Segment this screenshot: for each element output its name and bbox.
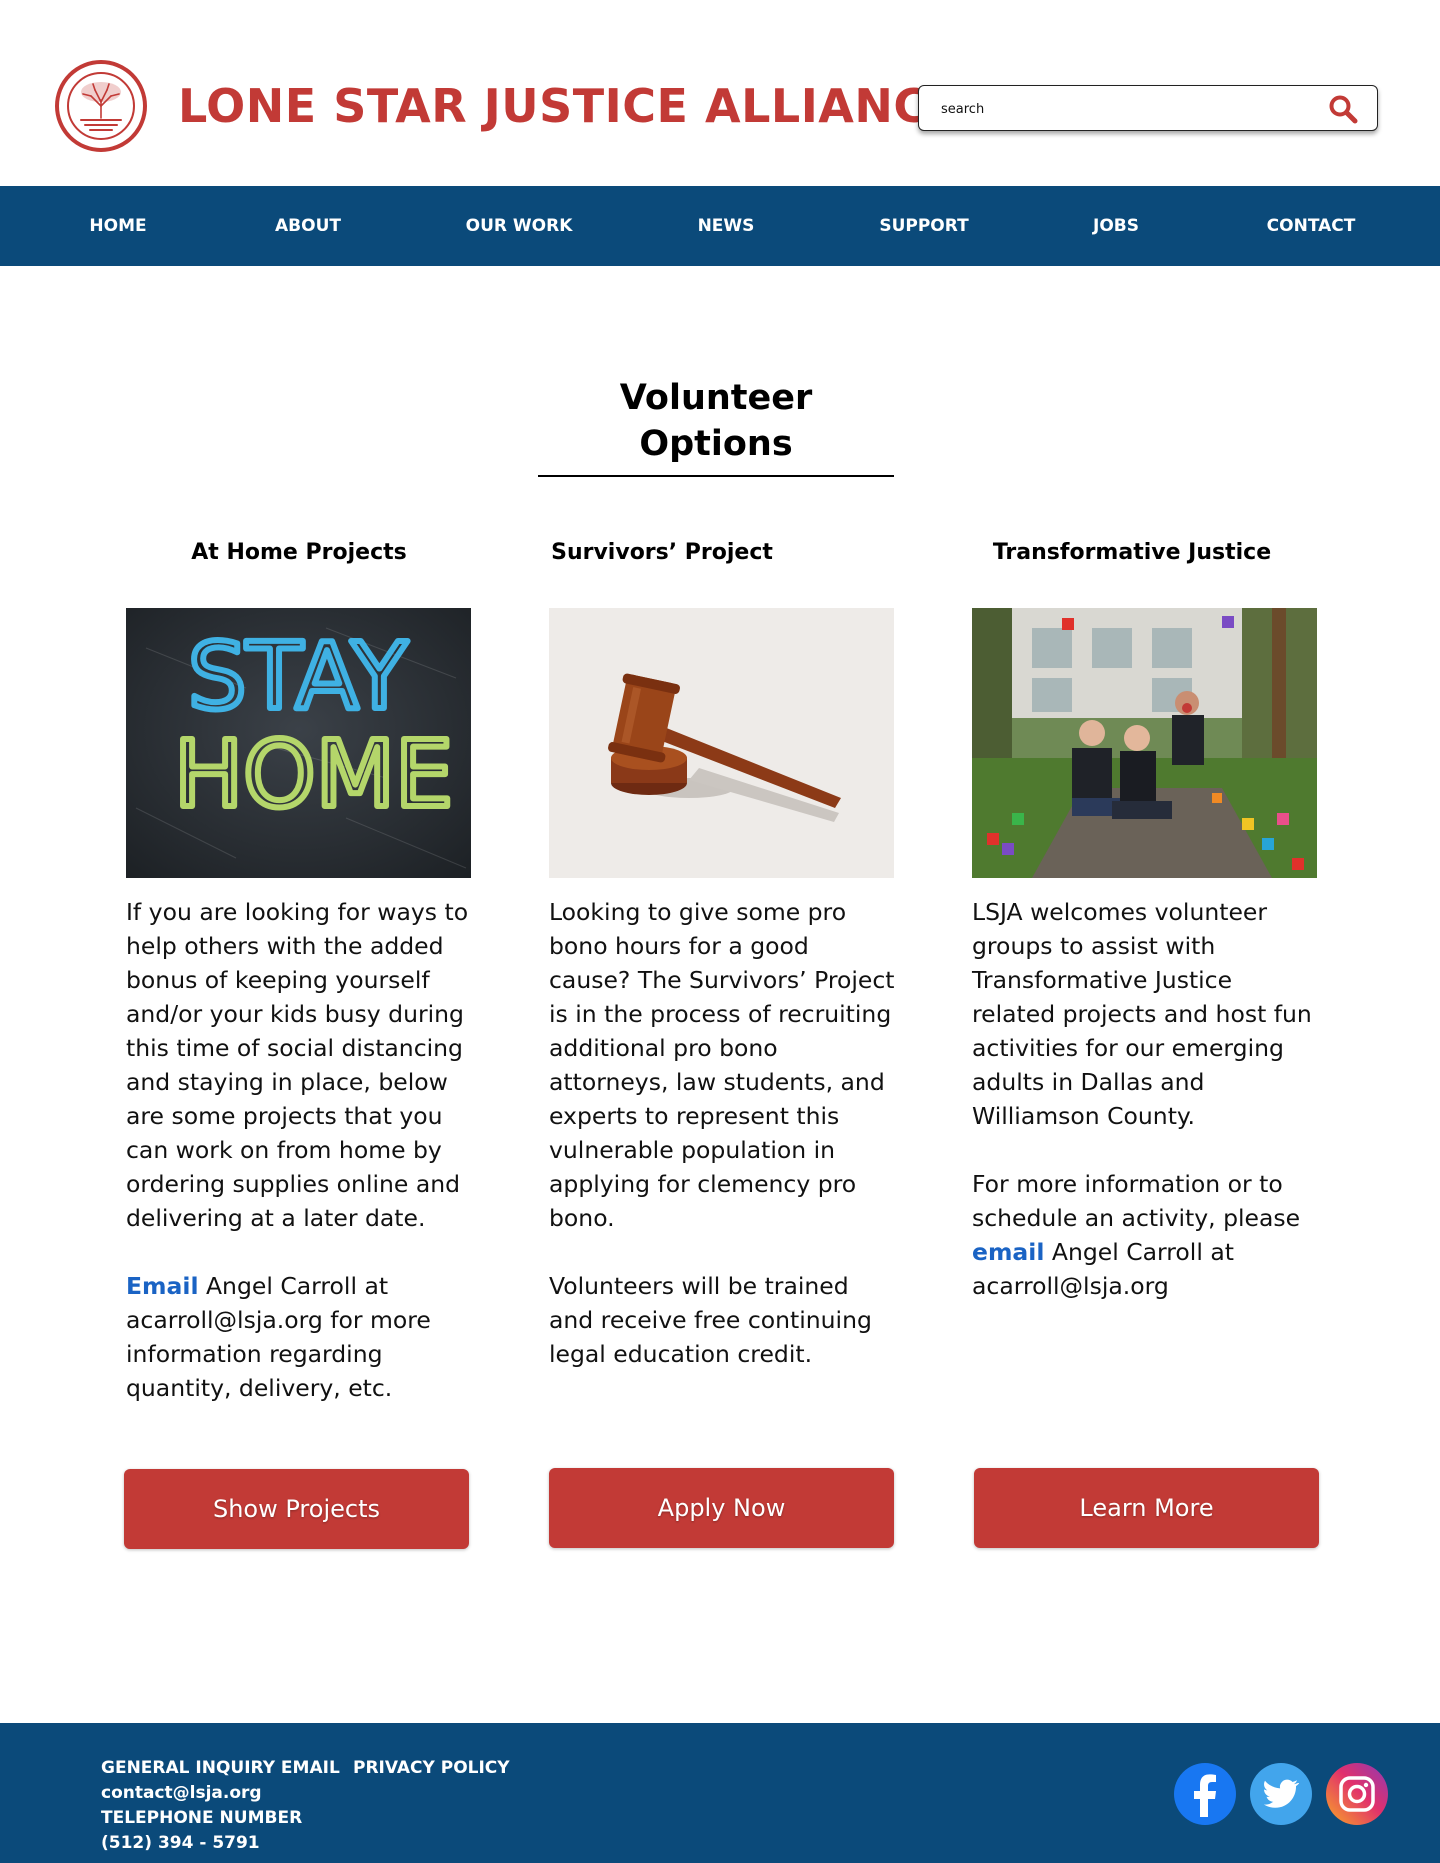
column-transformative-justice: Transformative Justice LSJA welcomes vol… [972, 530, 1318, 1300]
training-paragraph: Volunteers will be trained and receive f… [549, 1272, 872, 1368]
nav-jobs[interactable]: JOBS [1093, 186, 1139, 266]
site-title[interactable]: LONE STAR JUSTICE ALLIANCE [178, 78, 960, 134]
facebook-link[interactable] [1174, 1763, 1236, 1825]
apply-now-button[interactable]: Apply Now [549, 1468, 894, 1548]
show-projects-button[interactable]: Show Projects [124, 1469, 469, 1549]
telephone-label: TELEPHONE NUMBER [101, 1808, 303, 1828]
site-header: LONE STAR JUSTICE ALLIANCE [0, 0, 1440, 186]
search-bar [918, 85, 1378, 131]
nav-news[interactable]: NEWS [698, 186, 755, 266]
nav-home[interactable]: HOME [89, 186, 146, 266]
volunteers-photo [972, 608, 1317, 878]
nav-contact[interactable]: CONTACT [1267, 186, 1356, 266]
contact-paragraph: For more information or to schedule an a… [972, 1167, 1318, 1303]
description-paragraph: If you are looking for ways to help othe… [126, 898, 469, 1232]
column-description: Looking to give some pro bono hours for … [549, 895, 895, 1405]
column-title: Transformative Justice [992, 540, 1272, 565]
email-link[interactable]: Email [126, 1272, 199, 1300]
privacy-policy-link[interactable]: PRIVACY POLICY [353, 1756, 510, 1780]
twitter-link[interactable] [1250, 1763, 1312, 1825]
contact-text-pre: For more information or to schedule an a… [972, 1170, 1301, 1232]
column-description: If you are looking for ways to help othe… [126, 895, 472, 1439]
telephone-number: (512) 394 - 5791 [101, 1833, 260, 1853]
tree-logo-icon [67, 72, 135, 140]
twitter-icon [1264, 1779, 1299, 1808]
description-paragraph: LSJA welcomes volunteer groups to assist… [972, 898, 1312, 1130]
stay-home-chalk-text: STAY [188, 623, 408, 730]
nav-about[interactable]: ABOUT [275, 186, 341, 266]
stay-home-chalk-text-2: HOME [174, 721, 453, 828]
contact-email-link[interactable]: contact@lsja.org [101, 1781, 262, 1805]
site-footer: GENERAL INQUIRY EMAIL PRIVACY POLICY con… [0, 1723, 1440, 1863]
column-title: Survivors’ Project [551, 540, 773, 565]
nav-support[interactable]: SUPPORT [879, 186, 968, 266]
column-at-home-projects: At Home Projects STAY HOME If you are lo… [126, 530, 472, 1402]
stay-home-image: STAY HOME [126, 608, 471, 878]
learn-more-button[interactable]: Learn More [974, 1468, 1319, 1548]
search-icon [1329, 95, 1358, 124]
gavel-image [549, 608, 894, 878]
instagram-icon [1339, 1776, 1375, 1812]
column-survivors-project: Survivors’ Project Looking to give some … [549, 530, 895, 1368]
page-title: Volunteer Options [538, 375, 894, 477]
instagram-link[interactable] [1326, 1763, 1388, 1825]
lsja-logo[interactable] [55, 60, 147, 152]
search-input[interactable] [939, 96, 1313, 122]
column-description: LSJA welcomes volunteer groups to assist… [972, 895, 1318, 1337]
search-button[interactable] [1327, 94, 1359, 124]
nav-our-work[interactable]: OUR WORK [466, 186, 573, 266]
email-link[interactable]: email [972, 1238, 1044, 1266]
description-paragraph: Looking to give some pro bono hours for … [549, 898, 895, 1232]
column-title: At Home Projects [191, 540, 407, 565]
general-inquiry-label: GENERAL INQUIRY EMAIL [101, 1758, 340, 1778]
facebook-icon [1194, 1774, 1216, 1817]
contact-paragraph: Email Angel Carroll at acarroll@lsja.org… [126, 1269, 472, 1405]
main-nav: HOME ABOUT OUR WORK NEWS SUPPORT JOBS CO… [0, 186, 1440, 266]
